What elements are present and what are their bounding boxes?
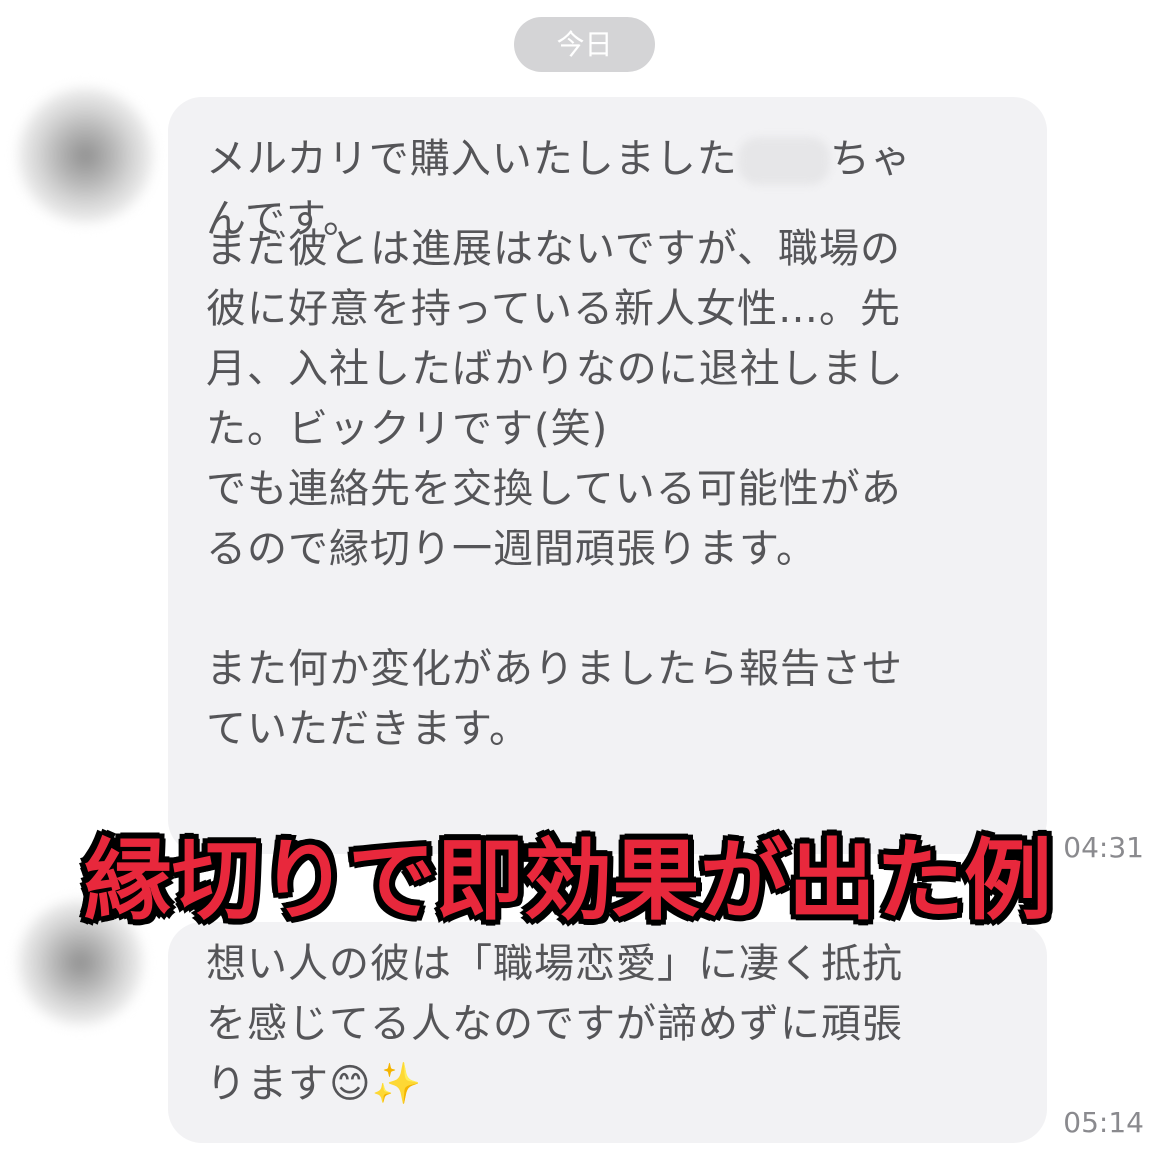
overlay-caption: 縁切りで即効果が出た例 bbox=[84, 829, 1053, 932]
message-line: ていただきます。 bbox=[206, 706, 530, 752]
message-line: でも連絡先を交換している可能性があ bbox=[206, 466, 902, 512]
message-line: た。ビックリです(笑) bbox=[206, 406, 609, 452]
message-text: ちゃ bbox=[829, 136, 912, 182]
message-line: るので縁切り一週間頑張ります。 bbox=[206, 526, 817, 572]
chat-screen: 今日 メルカリで購入いたしました ちゃ んです。 まだ彼とは進展はないですが、職場… bbox=[0, 0, 1170, 1170]
sparkles-emoji-icon: ✨ bbox=[371, 1061, 423, 1107]
sender-avatar[interactable] bbox=[18, 88, 153, 223]
message-line: んです。 bbox=[206, 196, 364, 242]
date-separator: 今日 bbox=[514, 17, 655, 72]
message-line: また何か変化がありましたら報告させ bbox=[206, 646, 903, 692]
message-bubble[interactable]: メルカリで購入いたしました ちゃ んです。 まだ彼とは進展はないですが、職場の 彼… bbox=[168, 97, 1047, 854]
message-text: メルカリで購入いたしました bbox=[206, 136, 738, 182]
message-line: 想い人の彼は「職場恋愛」に凄く抵抗 bbox=[206, 941, 903, 987]
redacted-name bbox=[737, 137, 830, 185]
message-line: を感じてる人なのですが諦めずに頑張 bbox=[206, 1001, 903, 1047]
message-line: メルカリで購入いたしました ちゃ bbox=[206, 129, 912, 189]
message-text: ります bbox=[206, 1061, 329, 1107]
message-line: 彼に好意を持っている新人女性…。先 bbox=[206, 286, 901, 332]
message-bubble[interactable]: 想い人の彼は「職場恋愛」に凄く抵抗 を感じてる人なのですが諦めずに頑張 ります😊… bbox=[168, 922, 1047, 1143]
message-line: 月、入社したばかりなのに退社しまし bbox=[206, 346, 904, 392]
smiling-face-emoji-icon: 😊 bbox=[329, 1061, 372, 1107]
message-timestamp: 05:14 bbox=[1063, 1106, 1144, 1139]
message-line: ります😊✨ bbox=[206, 1054, 1009, 1114]
